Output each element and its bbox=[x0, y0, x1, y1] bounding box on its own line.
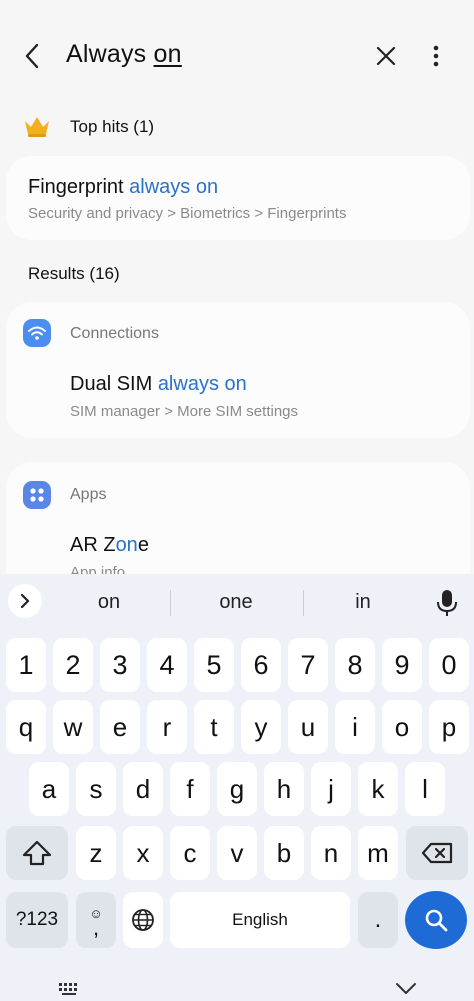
crown-icon bbox=[25, 117, 49, 137]
key-7[interactable]: 7 bbox=[288, 638, 328, 692]
microphone-icon[interactable] bbox=[436, 588, 458, 618]
suggestion-2[interactable]: one bbox=[196, 591, 276, 614]
key-n[interactable]: n bbox=[311, 826, 351, 880]
key-c[interactable]: c bbox=[170, 826, 210, 880]
wifi-icon bbox=[23, 319, 51, 347]
top-hit-title: Fingerprint always on bbox=[28, 176, 219, 198]
key-r[interactable]: r bbox=[147, 700, 187, 754]
suggestion-1[interactable]: on bbox=[70, 591, 148, 614]
key-d[interactable]: d bbox=[123, 762, 163, 816]
more-vertical-icon bbox=[433, 45, 439, 67]
category-label: Connections bbox=[70, 325, 159, 342]
language-key[interactable] bbox=[123, 892, 163, 948]
on-screen-keyboard: on one in 1 2 3 4 5 6 7 8 9 0 q w e r t … bbox=[0, 574, 474, 1001]
globe-icon bbox=[132, 909, 154, 931]
key-i[interactable]: i bbox=[335, 700, 375, 754]
key-q[interactable]: q bbox=[6, 700, 46, 754]
key-2[interactable]: 2 bbox=[53, 638, 93, 692]
suggestion-divider bbox=[170, 590, 171, 616]
shift-key[interactable] bbox=[6, 826, 68, 880]
suggestion-3[interactable]: in bbox=[324, 591, 402, 614]
key-x[interactable]: x bbox=[123, 826, 163, 880]
apps-icon bbox=[23, 481, 51, 509]
key-y[interactable]: y bbox=[241, 700, 281, 754]
key-k[interactable]: k bbox=[358, 762, 398, 816]
key-5[interactable]: 5 bbox=[194, 638, 234, 692]
key-e[interactable]: e bbox=[100, 700, 140, 754]
key-h[interactable]: h bbox=[264, 762, 304, 816]
top-hits-heading: Top hits (1) bbox=[70, 117, 155, 136]
key-8[interactable]: 8 bbox=[335, 638, 375, 692]
backspace-key[interactable] bbox=[406, 826, 468, 880]
key-p[interactable]: p bbox=[429, 700, 469, 754]
key-f[interactable]: f bbox=[170, 762, 210, 816]
key-t[interactable]: t bbox=[194, 700, 234, 754]
back-button[interactable] bbox=[14, 38, 50, 74]
key-g[interactable]: g bbox=[217, 762, 257, 816]
search-query-composing: on bbox=[153, 40, 182, 68]
close-icon bbox=[376, 46, 396, 66]
symbols-key[interactable]: ?123 bbox=[6, 892, 68, 948]
key-1[interactable]: 1 bbox=[6, 638, 46, 692]
search-header: Always on bbox=[0, 0, 474, 112]
backspace-icon bbox=[421, 842, 453, 864]
key-a[interactable]: a bbox=[29, 762, 69, 816]
result-path: SIM manager > More SIM settings bbox=[70, 403, 299, 420]
key-u[interactable]: u bbox=[288, 700, 328, 754]
expand-toolbar-button[interactable] bbox=[8, 584, 42, 618]
result-group-connections: Connections Dual SIM always on SIM manag… bbox=[6, 302, 470, 438]
clear-search-button[interactable] bbox=[368, 38, 404, 74]
space-key[interactable]: English bbox=[170, 892, 350, 948]
key-s[interactable]: s bbox=[76, 762, 116, 816]
key-w[interactable]: w bbox=[53, 700, 93, 754]
search-input[interactable]: Always on bbox=[66, 40, 182, 69]
key-4[interactable]: 4 bbox=[147, 638, 187, 692]
results-heading: Results (16) bbox=[28, 264, 120, 283]
key-3[interactable]: 3 bbox=[100, 638, 140, 692]
key-v[interactable]: v bbox=[217, 826, 257, 880]
more-options-button[interactable] bbox=[420, 38, 452, 74]
suggestion-divider bbox=[303, 590, 304, 616]
navigation-bar bbox=[0, 974, 474, 1001]
suggestion-bar: on one in bbox=[0, 574, 474, 630]
top-hit-path: Security and privacy > Biometrics > Fing… bbox=[28, 205, 347, 222]
result-title[interactable]: Dual SIM always on bbox=[70, 373, 247, 396]
shift-arrow-icon bbox=[22, 840, 52, 866]
comma-label: , bbox=[92, 914, 100, 940]
key-0[interactable]: 0 bbox=[429, 638, 469, 692]
key-l[interactable]: l bbox=[405, 762, 445, 816]
top-hit-card[interactable]: Fingerprint always on Security and priva… bbox=[6, 156, 470, 240]
category-label: Apps bbox=[70, 486, 107, 503]
key-9[interactable]: 9 bbox=[382, 638, 422, 692]
comma-key[interactable]: ☺ , bbox=[76, 892, 116, 948]
hide-keyboard-icon[interactable] bbox=[394, 982, 418, 996]
result-title[interactable]: AR Zone bbox=[70, 534, 149, 557]
search-key[interactable] bbox=[405, 891, 467, 949]
period-key[interactable]: . bbox=[358, 892, 398, 948]
search-icon bbox=[425, 909, 448, 932]
keyboard-grid-icon[interactable] bbox=[58, 982, 82, 996]
key-b[interactable]: b bbox=[264, 826, 304, 880]
back-arrow-icon bbox=[25, 43, 39, 69]
key-6[interactable]: 6 bbox=[241, 638, 281, 692]
key-o[interactable]: o bbox=[382, 700, 422, 754]
search-query-text: Always bbox=[66, 40, 154, 68]
key-m[interactable]: m bbox=[358, 826, 398, 880]
chevron-right-icon bbox=[20, 594, 30, 608]
key-z[interactable]: z bbox=[76, 826, 116, 880]
key-j[interactable]: j bbox=[311, 762, 351, 816]
